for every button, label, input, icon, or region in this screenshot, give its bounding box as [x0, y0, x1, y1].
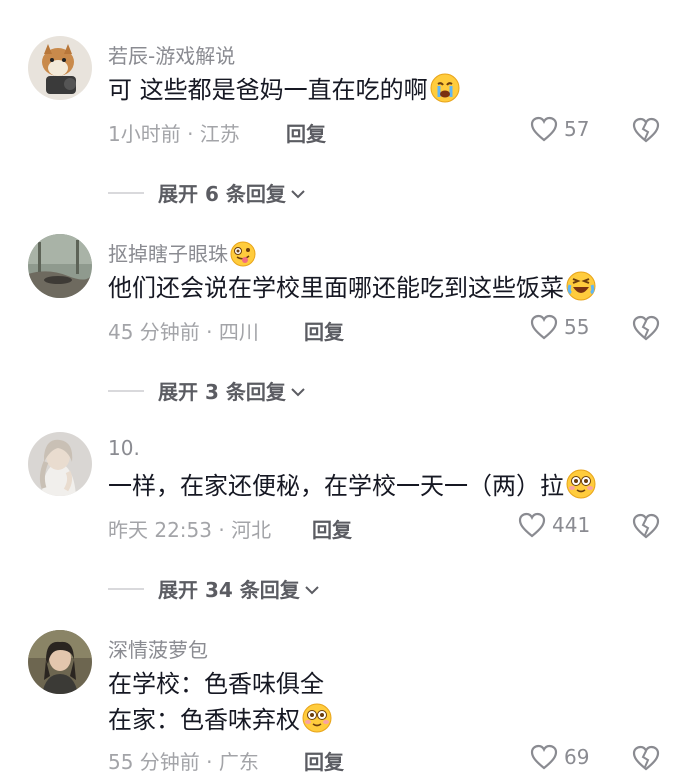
comment-text: 在学校：色香味俱全 在家：色香味弃权 [108, 666, 332, 743]
flushed-face-icon [566, 469, 596, 509]
like-count: 57 [564, 117, 590, 141]
chevron-down-icon [304, 577, 320, 601]
expand-label: 展开 34 条回复 [158, 578, 300, 602]
reply-button[interactable]: 回复 [304, 746, 344, 775]
expand-replies[interactable]: 展开 6 条回复 [108, 178, 306, 207]
comment-text: 一样，在家还便秘，在学校一天一（两）拉 [108, 468, 596, 509]
laughing-face-icon [566, 271, 596, 311]
divider [108, 191, 144, 194]
divider [108, 587, 144, 590]
like-count: 69 [564, 745, 590, 769]
comment-text-content: 一样，在家还便秘，在学校一天一（两）拉 [108, 472, 564, 500]
comment-text: 他们还会说在学校里面哪还能吃到这些饭菜 [108, 270, 596, 311]
avatar[interactable] [28, 432, 92, 496]
broken-heart-icon[interactable] [632, 315, 660, 341]
username[interactable]: 抠掉瞎子眼珠 [108, 238, 256, 272]
zany-face-icon [230, 241, 256, 272]
comment-meta: 昨天 22:53 · 河北 [108, 518, 272, 542]
avatar[interactable] [28, 234, 92, 298]
like-button[interactable]: 441 [518, 512, 590, 538]
reply-button[interactable]: 回复 [304, 316, 344, 345]
like-count: 441 [552, 513, 591, 537]
expand-replies[interactable]: 展开 3 条回复 [108, 376, 306, 405]
reply-button[interactable]: 回复 [286, 118, 326, 147]
comment-text-content: 可 这些都是爸妈一直在吃的啊 [108, 76, 428, 104]
broken-heart-icon[interactable] [632, 117, 660, 143]
comment-meta: 1小时前 · 江苏 [108, 122, 240, 146]
comment-text-line-2: 在家：色香味弃权 [108, 702, 332, 743]
comment-text-line: 在学校：色香味俱全 [108, 670, 324, 698]
username-text: 抠掉瞎子眼珠 [108, 242, 228, 266]
reply-button[interactable]: 回复 [312, 514, 352, 543]
chevron-down-icon [290, 379, 306, 403]
avatar[interactable] [28, 36, 92, 100]
flushed-face-icon [302, 703, 332, 743]
expand-label: 展开 3 条回复 [158, 380, 286, 404]
heart-icon [530, 314, 558, 340]
username[interactable]: 10. [108, 436, 140, 460]
comment-text-content: 在家：色香味弃权 [108, 706, 300, 734]
heart-icon [530, 116, 558, 142]
comment-meta: 55 分钟前 · 广东 [108, 750, 259, 774]
like-count: 55 [564, 315, 590, 339]
comment-text: 可 这些都是爸妈一直在吃的啊 [108, 72, 460, 113]
broken-heart-icon[interactable] [632, 513, 660, 539]
expand-label: 展开 6 条回复 [158, 182, 286, 206]
like-button[interactable]: 57 [530, 116, 589, 142]
heart-icon [530, 744, 558, 770]
comment-meta: 45 分钟前 · 四川 [108, 320, 259, 344]
like-button[interactable]: 55 [530, 314, 589, 340]
divider [108, 389, 144, 392]
like-button[interactable]: 69 [530, 744, 589, 770]
expand-replies[interactable]: 展开 34 条回复 [108, 574, 320, 603]
username[interactable]: 深情菠萝包 [108, 634, 208, 663]
broken-heart-icon[interactable] [632, 745, 660, 771]
comment-text-content: 他们还会说在学校里面哪还能吃到这些饭菜 [108, 274, 564, 302]
chevron-down-icon [290, 181, 306, 205]
crying-face-icon [430, 73, 460, 113]
heart-icon [518, 512, 546, 538]
username[interactable]: 若辰-游戏解说 [108, 40, 235, 69]
avatar[interactable] [28, 630, 92, 694]
